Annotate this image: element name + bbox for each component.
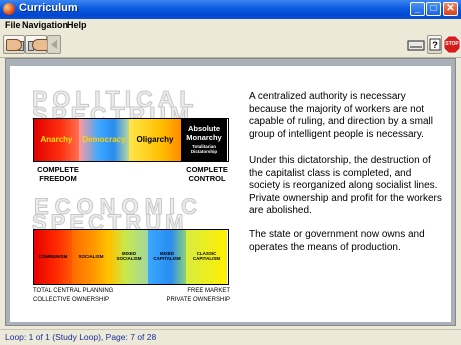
- lesson-page: POLITICAL SPECTRUM Anarchy Democracy Oli…: [10, 66, 451, 322]
- pointing-right-hand-icon: [32, 39, 48, 51]
- econ-right-line1: FREE MARKET: [187, 288, 230, 294]
- close-button[interactable]: ✕: [443, 2, 458, 16]
- label-mixed-capitalism: MIXED CAPITALISM: [153, 251, 181, 261]
- segment-absolute-monarchy: Absolute Monarchy Totalitarian Dictators…: [181, 119, 227, 161]
- label-absolute-monarchy: Absolute Monarchy: [186, 124, 222, 142]
- label-totalitarian-dictatorship: Totalitarian Dictatorship: [190, 143, 218, 154]
- label-socialism: SOCIALISM: [78, 253, 104, 259]
- label-democracy: Democracy: [82, 134, 126, 144]
- menu-file[interactable]: File: [5, 20, 21, 30]
- keyboard-icon: [407, 40, 425, 51]
- arrow-left-icon: [51, 40, 57, 49]
- right-caption-line2: CONTROL: [188, 173, 226, 183]
- forward-button[interactable]: [25, 35, 48, 54]
- toolbar: ? STOP: [0, 33, 461, 58]
- disabled-nav-button[interactable]: [47, 35, 61, 54]
- menu-bar: File Navigation Help: [0, 19, 461, 33]
- right-caption: COMPLETE CONTROL: [182, 165, 232, 183]
- political-spectrum-bar: Anarchy Democracy Oligarchy Absolute Mon…: [33, 118, 229, 162]
- status-bar: Loop: 1 of 1 (Study Loop), Page: 7 of 28: [0, 329, 461, 345]
- stop-label: STOP: [445, 41, 459, 47]
- keyboard-button[interactable]: [406, 35, 426, 54]
- label-mixed-socialism: MIXED SOCIALISM: [116, 251, 142, 261]
- title-bar: Curriculum _ □ ✕: [0, 0, 461, 19]
- label-communism: COMMUNISM: [38, 253, 68, 259]
- paragraph-1: A centralized authority is necessary bec…: [249, 91, 433, 140]
- pointing-left-hand-icon: [6, 39, 22, 51]
- segment-anarchy: Anarchy: [34, 119, 79, 161]
- econ-right-caption: FREE MARKET PRIVATE OWNERSHIP: [160, 288, 230, 303]
- maximize-button[interactable]: □: [426, 2, 441, 16]
- application-window: Curriculum _ □ ✕ File Navigation Help ? …: [0, 0, 461, 345]
- window-title: Curriculum: [19, 2, 78, 14]
- app-icon: [3, 3, 15, 15]
- label-classic-capitalism: CLASSIC CAPITALISM: [192, 251, 221, 261]
- label-oligarchy: Oligarchy: [136, 134, 174, 144]
- segment-mixed-capitalism: MIXED CAPITALISM: [148, 230, 186, 284]
- econ-left-caption: TOTAL CENTRAL PLANNING COLLECTIVE OWNERS…: [33, 288, 113, 303]
- left-caption-line2: FREEDOM: [39, 173, 77, 183]
- segment-classic-capitalism: CLASSIC CAPITALISM: [186, 230, 227, 284]
- segment-democracy: Democracy: [79, 119, 129, 161]
- segment-socialism: SOCIALISM: [72, 230, 110, 284]
- econ-right-line2: PRIVATE OWNERSHIP: [166, 297, 230, 303]
- left-caption: COMPLETE FREEDOM: [33, 165, 83, 183]
- minimize-button[interactable]: _: [410, 2, 425, 16]
- paragraph-3: The state or government now owns and ope…: [249, 229, 425, 253]
- econ-left-line1: TOTAL CENTRAL PLANNING: [33, 288, 114, 294]
- svg-text:?: ?: [432, 40, 438, 50]
- menu-navigation[interactable]: Navigation: [22, 20, 68, 30]
- menu-help[interactable]: Help: [67, 20, 87, 30]
- econ-left-line2: COLLECTIVE OWNERSHIP: [33, 297, 110, 303]
- economic-spectrum-bar: COMMUNISM SOCIALISM MIXED SOCIALISM MIXE…: [33, 229, 229, 285]
- help-button[interactable]: ?: [427, 35, 442, 54]
- paragraph-2: Under this dictatorship, the destruction…: [249, 155, 442, 216]
- label-anarchy: Anarchy: [40, 134, 73, 144]
- status-text: Loop: 1 of 1 (Study Loop), Page: 7 of 28: [5, 332, 157, 342]
- stop-button[interactable]: STOP: [443, 35, 461, 54]
- help-icon: ?: [429, 38, 441, 51]
- back-button[interactable]: [3, 35, 25, 54]
- segment-communism: COMMUNISM: [34, 230, 72, 284]
- segment-mixed-socialism: MIXED SOCIALISM: [110, 230, 148, 284]
- segment-oligarchy: Oligarchy: [129, 119, 181, 161]
